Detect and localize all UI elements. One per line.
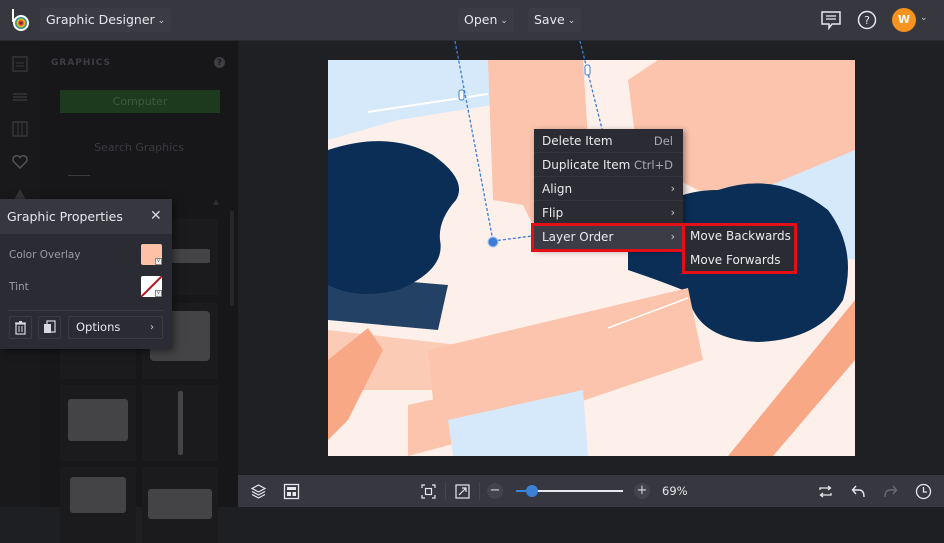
redo-icon[interactable] (882, 483, 899, 500)
graphic-thumbnail[interactable] (142, 385, 218, 461)
history-icon[interactable] (915, 483, 932, 500)
resize-handle[interactable] (458, 89, 465, 101)
shortcut-label: Ctrl+D (634, 158, 673, 172)
panel-title: Graphic Properties (7, 209, 123, 224)
app-name: Graphic Designer (46, 12, 155, 27)
zoom-slider-thumb[interactable] (526, 485, 539, 497)
chevron-right-icon: › (670, 206, 675, 219)
color-overlay-swatch[interactable]: v (141, 244, 162, 265)
chevron-down-icon: v (155, 290, 162, 297)
help-icon[interactable]: ? (856, 9, 878, 31)
save-label: Save (534, 12, 565, 27)
save-menu-button[interactable]: Save ⌄ (528, 8, 582, 32)
chevron-right-icon: › (150, 322, 154, 333)
graphic-thumbnail[interactable] (60, 467, 136, 543)
shortcut-label: Del (653, 134, 673, 148)
search-graphics-input[interactable]: Search Graphics (40, 141, 238, 154)
divider (8, 310, 164, 311)
close-icon[interactable]: ✕ (150, 208, 162, 224)
layout-grid-icon[interactable] (283, 483, 300, 500)
graphic-thumbnail[interactable] (60, 385, 136, 461)
chevron-down-icon[interactable]: ⌄ (920, 13, 928, 23)
layers-icon[interactable] (250, 483, 267, 500)
tint-label: Tint (9, 281, 29, 293)
trash-icon (15, 321, 26, 335)
panel-title: GRAPHICS (51, 58, 112, 68)
text-icon[interactable] (11, 88, 29, 106)
chevron-down-icon: v (155, 258, 162, 265)
menu-item-flip[interactable]: Flip › (534, 201, 683, 225)
menu-item-label: Align (542, 182, 573, 196)
highlight-box (531, 223, 686, 252)
panel-header: Graphic Properties ✕ (0, 199, 172, 234)
logo-icon[interactable] (10, 8, 32, 32)
menu-item-label: Flip (542, 206, 564, 220)
menu-item-duplicate[interactable]: Duplicate Item Ctrl+D (534, 153, 683, 177)
delete-button[interactable] (9, 316, 32, 339)
upload-from-computer-button[interactable]: Computer (60, 90, 220, 113)
menu-item-label: Duplicate Item (542, 158, 631, 172)
options-label: Options (76, 320, 121, 334)
scroll-up-icon[interactable]: ▲ (213, 197, 219, 206)
expand-icon[interactable] (454, 483, 471, 500)
menu-item-label: Delete Item (542, 134, 613, 148)
bottom-toolbar: − + 69% (238, 475, 944, 507)
graphic-properties-panel: Graphic Properties ✕ Color Overlay v Tin… (0, 199, 172, 349)
chevron-down-icon: ⌄ (567, 16, 576, 26)
open-label: Open (464, 12, 498, 27)
scrollbar[interactable] (230, 211, 234, 306)
fit-screen-icon[interactable] (420, 483, 437, 500)
tint-swatch[interactable]: v (141, 276, 162, 297)
options-button[interactable]: Options › (68, 316, 163, 339)
heart-icon[interactable] (11, 153, 29, 171)
duplicate-icon (44, 320, 56, 333)
zoom-out-icon[interactable]: − (487, 483, 503, 499)
help-icon[interactable]: ? (214, 57, 225, 68)
undo-icon[interactable] (850, 483, 867, 500)
zoom-in-icon[interactable]: + (634, 483, 650, 499)
tab-indicator (68, 175, 90, 176)
layout-icon[interactable] (11, 120, 29, 138)
chevron-right-icon: › (670, 182, 675, 195)
app-switcher-button[interactable]: Graphic Designer ⌄ (40, 8, 172, 32)
chat-icon[interactable] (820, 9, 842, 31)
user-avatar[interactable]: W (892, 8, 916, 32)
image-icon[interactable] (11, 55, 29, 73)
menu-item-delete[interactable]: Delete Item Del (534, 129, 683, 153)
open-menu-button[interactable]: Open ⌄ (458, 8, 514, 32)
chevron-down-icon: ⌄ (157, 16, 166, 26)
divider (445, 482, 446, 500)
chevron-down-icon: ⌄ (500, 16, 508, 26)
highlight-box (682, 223, 797, 274)
graphic-thumbnail[interactable] (142, 467, 218, 543)
zoom-value: 69% (662, 484, 688, 498)
svg-text:?: ? (864, 14, 870, 27)
duplicate-button[interactable] (38, 316, 61, 339)
resize-handle[interactable] (584, 64, 591, 76)
color-overlay-label: Color Overlay (9, 249, 81, 261)
swap-icon[interactable] (817, 483, 834, 500)
rotate-handle[interactable] (487, 236, 499, 248)
divider (479, 482, 480, 500)
menu-item-align[interactable]: Align › (534, 177, 683, 201)
top-bar: Graphic Designer ⌄ Open ⌄ Save ⌄ ? W ⌄ (0, 0, 944, 41)
